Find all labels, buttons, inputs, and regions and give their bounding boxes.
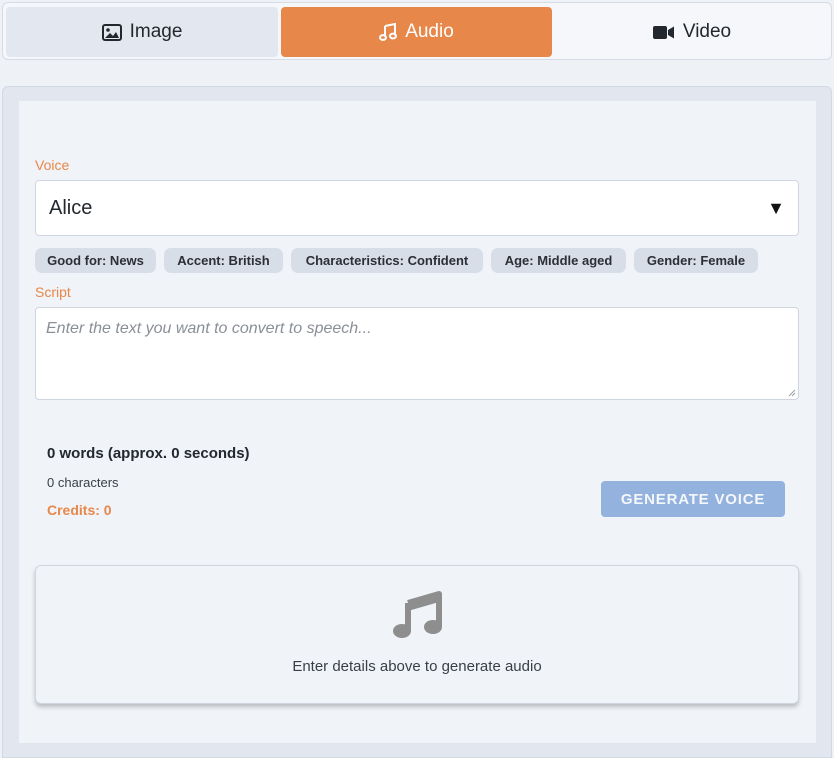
- character-count: 0 characters: [47, 475, 119, 490]
- voice-label: Voice: [35, 157, 70, 173]
- dropdown-arrow-icon: ▼: [767, 197, 785, 218]
- script-placeholder: Enter the text you want to convert to sp…: [46, 320, 372, 337]
- resize-grip-icon[interactable]: [788, 389, 796, 397]
- voice-select[interactable]: Alice ▼: [35, 180, 799, 236]
- credits-count: Credits: 0: [47, 502, 112, 518]
- voice-tag: Good for: News: [35, 248, 156, 273]
- script-textarea[interactable]: Enter the text you want to convert to sp…: [35, 307, 799, 400]
- audio-panel: Voice Alice ▼ Good for: News Accent: Bri…: [2, 86, 832, 758]
- tab-image-label: Image: [129, 21, 183, 42]
- word-count: 0 words (approx. 0 seconds): [47, 445, 250, 462]
- result-message: Enter details above to generate audio: [292, 658, 542, 675]
- tab-video[interactable]: Video: [555, 7, 829, 57]
- image-icon: [101, 23, 122, 41]
- generate-voice-button[interactable]: GENERATE VOICE: [601, 481, 785, 517]
- media-type-tabs: Image Audio Video: [2, 2, 832, 60]
- audio-result-placeholder: Enter details above to generate audio: [35, 565, 799, 704]
- audio-form: Voice Alice ▼ Good for: News Accent: Bri…: [19, 101, 816, 743]
- voice-tag: Age: Middle aged: [491, 248, 626, 273]
- tab-video-label: Video: [682, 21, 732, 42]
- tab-image[interactable]: Image: [6, 7, 278, 57]
- voice-tag: Gender: Female: [634, 248, 758, 273]
- tab-audio[interactable]: Audio: [281, 7, 552, 57]
- video-camera-icon: [652, 25, 675, 40]
- script-label: Script: [35, 284, 71, 300]
- voice-select-value: Alice: [49, 196, 93, 219]
- music-note-icon: [379, 23, 398, 41]
- music-note-icon: [392, 590, 442, 645]
- voice-tag: Accent: British: [164, 248, 283, 273]
- voice-tag: Characteristics: Confident: [291, 248, 483, 273]
- tab-audio-label: Audio: [405, 21, 454, 42]
